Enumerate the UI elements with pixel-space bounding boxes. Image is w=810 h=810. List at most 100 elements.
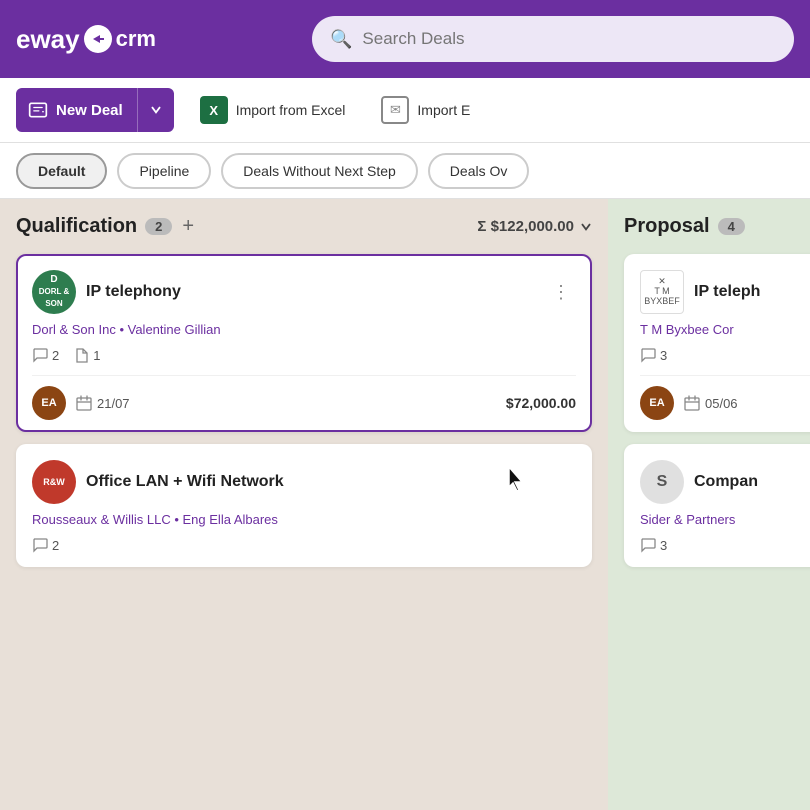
- deal-company-2[interactable]: Rousseaux & Willis LLC: [32, 512, 171, 527]
- proposal-comments-count-1: 3: [660, 348, 667, 363]
- proposal-comments-2: 3: [640, 537, 667, 553]
- qualification-column: Qualification 2 + Σ $122,000.00 DDORL & …: [0, 199, 608, 810]
- deal-person-1[interactable]: Valentine Gillian: [128, 322, 221, 337]
- toolbar: New Deal X Import from Excel ✉ Import E: [0, 78, 810, 143]
- tab-deals-without-next-step[interactable]: Deals Without Next Step: [221, 153, 418, 189]
- search-icon: 🔍: [330, 29, 352, 50]
- tab-default[interactable]: Default: [16, 153, 107, 189]
- deal-company-person-2: Rousseaux & Willis LLC • Eng Ella Albare…: [32, 512, 576, 527]
- tab-deals-ov[interactable]: Deals Ov: [428, 153, 530, 189]
- header: eway crm 🔍: [0, 0, 810, 78]
- import-excel-button[interactable]: X Import from Excel: [190, 90, 356, 130]
- deal-person-2[interactable]: Eng Ella Albares: [183, 512, 278, 527]
- proposal-count: 4: [718, 218, 745, 235]
- proposal-footer-initials-1: EA: [649, 397, 664, 409]
- comment-icon-2: [32, 537, 48, 553]
- proposal-meta-2: 3: [640, 537, 810, 553]
- proposal-meta-1: 3: [640, 347, 810, 363]
- proposal-comments-count-2: 3: [660, 538, 667, 553]
- qualification-add-button[interactable]: +: [182, 215, 194, 238]
- proposal-comment-icon-1: [640, 347, 656, 363]
- deal-footer-1: EA 21/07 $72,000.00: [32, 375, 576, 430]
- proposal-date-value-1: 05/06: [705, 396, 738, 411]
- deal-separator-2: •: [174, 512, 182, 527]
- proposal-avatar-2: S: [640, 460, 684, 504]
- proposal-deal-title-1: IP teleph: [694, 283, 810, 301]
- avatar-label-1: DDORL & SON: [32, 274, 76, 310]
- proposal-company-1[interactable]: T M Byxbee Cor: [640, 322, 734, 337]
- logo-crm-text: crm: [116, 26, 156, 52]
- logo-arrow-icon: [84, 25, 112, 53]
- new-deal-button[interactable]: New Deal: [16, 88, 174, 132]
- deal-card-header-2: R&W Office LAN + Wifi Network: [32, 460, 576, 504]
- import-email-button[interactable]: ✉ Import E: [371, 90, 480, 130]
- proposal-deal-card-1[interactable]: ✕T M BYXBEF IP teleph T M Byxbee Cor 3 E…: [624, 254, 810, 432]
- comment-icon-1: [32, 347, 48, 363]
- new-deal-icon: [28, 100, 48, 120]
- qualification-header: Qualification 2 + Σ $122,000.00: [16, 215, 592, 238]
- proposal-logo-1: ✕T M BYXBEF: [640, 270, 684, 314]
- qualification-title: Qualification: [16, 215, 137, 238]
- proposal-deal-header-1: ✕T M BYXBEF IP teleph: [640, 270, 810, 314]
- deal-date-1: 21/07: [76, 395, 130, 411]
- proposal-company-person-2: Sider & Partners: [640, 512, 810, 527]
- logo-eway-text: eway: [16, 24, 80, 55]
- new-deal-label: New Deal: [56, 102, 123, 119]
- deal-avatar-1: DDORL & SON: [32, 270, 76, 314]
- file-icon-1: [73, 347, 89, 363]
- deal-files-count-1: 1: [93, 348, 100, 363]
- proposal-title: Proposal: [624, 215, 710, 238]
- deal-card-header-1: DDORL & SON IP telephony ⋮: [32, 270, 576, 314]
- qualification-sum[interactable]: Σ $122,000.00: [477, 218, 592, 235]
- tab-pipeline[interactable]: Pipeline: [117, 153, 211, 189]
- deal-date-value-1: 21/07: [97, 396, 130, 411]
- sum-dropdown-icon: [580, 221, 592, 233]
- deal-amount-1: $72,000.00: [506, 395, 576, 411]
- new-deal-dropdown-arrow[interactable]: [138, 88, 174, 132]
- proposal-deal-header-2: S Compan: [640, 460, 810, 504]
- proposal-deal-card-2[interactable]: S Compan Sider & Partners 3: [624, 444, 810, 567]
- proposal-comments-1: 3: [640, 347, 667, 363]
- deal-meta-1: 2 1: [32, 347, 576, 363]
- import-email-label: Import E: [417, 102, 470, 118]
- deal-footer-avatar-1: EA: [32, 386, 66, 420]
- deal-title-2: Office LAN + Wifi Network: [86, 473, 576, 491]
- search-bar[interactable]: 🔍: [312, 16, 794, 62]
- proposal-header: Proposal 4: [624, 215, 810, 238]
- excel-icon: X: [200, 96, 228, 124]
- proposal-calendar-icon-1: [684, 395, 700, 411]
- deal-card-ip-telephony[interactable]: DDORL & SON IP telephony ⋮ Dorl & Son In…: [16, 254, 592, 432]
- deal-comments-1: 2: [32, 347, 59, 363]
- proposal-company-2[interactable]: Sider & Partners: [640, 512, 735, 527]
- deal-meta-2: 2: [32, 537, 576, 553]
- proposal-deal-title-2: Compan: [694, 473, 810, 491]
- import-email-icon: ✉: [381, 96, 409, 124]
- qualification-count: 2: [145, 218, 172, 235]
- proposal-column: Proposal 4 ✕T M BYXBEF IP teleph T M Byx…: [608, 199, 810, 810]
- new-deal-main[interactable]: New Deal: [16, 88, 138, 132]
- deal-card-office-lan[interactable]: R&W Office LAN + Wifi Network Rousseaux …: [16, 444, 592, 567]
- arrow-svg: [90, 31, 106, 47]
- deal-comments-2: 2: [32, 537, 59, 553]
- qualification-sum-label: Σ $122,000.00: [477, 218, 574, 235]
- deal-menu-1[interactable]: ⋮: [546, 280, 576, 305]
- proposal-company-person-1: T M Byxbee Cor: [640, 322, 810, 337]
- deal-avatar-2: R&W: [32, 460, 76, 504]
- proposal-footer-1: EA 05/06: [640, 375, 810, 430]
- deal-comments-count-1: 2: [52, 348, 59, 363]
- avatar-label-2: R&W: [43, 477, 65, 488]
- kanban-area: Qualification 2 + Σ $122,000.00 DDORL & …: [0, 199, 810, 810]
- deal-title-1: IP telephony: [86, 283, 536, 301]
- import-excel-label: Import from Excel: [236, 102, 346, 118]
- proposal-date-1: 05/06: [684, 395, 738, 411]
- footer-avatar-initials-1: EA: [41, 397, 56, 409]
- deal-files-1: 1: [73, 347, 100, 363]
- logo-area: eway crm: [16, 24, 296, 55]
- search-input[interactable]: [362, 29, 776, 49]
- tabs-bar: Default Pipeline Deals Without Next Step…: [0, 143, 810, 199]
- deal-comments-count-2: 2: [52, 538, 59, 553]
- deal-company-1[interactable]: Dorl & Son Inc: [32, 322, 116, 337]
- logo-icon: eway crm: [16, 24, 156, 55]
- proposal-footer-avatar-1: EA: [640, 386, 674, 420]
- calendar-icon-1: [76, 395, 92, 411]
